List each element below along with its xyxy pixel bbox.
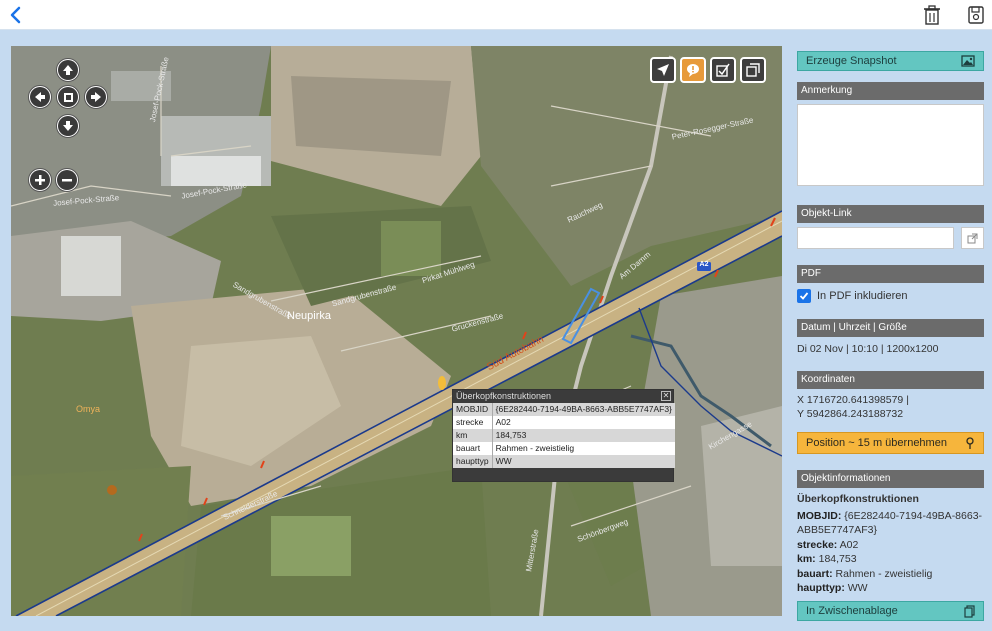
arrow-up-icon [63,65,73,75]
plus-icon [35,175,45,185]
snapshot-button-label: Erzeuge Snapshot [806,55,897,67]
table-row: bauart Rahmen - zweistielig [453,442,675,455]
layers-tool-button[interactable] [740,57,766,83]
datetime-value: Di 02 Nov | 10:10 | 1200x1200 [797,343,939,355]
objektlink-input[interactable] [797,227,954,249]
copy-icon [964,605,975,618]
pdf-header: PDF [797,265,984,283]
popup-header: Überkopfkonstruktionen ✕ [453,390,673,403]
objinfo-row: bauart: Rahmen - zweistielig [797,567,984,582]
attr-key: haupttyp [453,455,493,468]
zoom-out-button[interactable] [55,168,79,192]
pdf-checkbox[interactable] [797,289,811,303]
objinfo-row: haupttyp: WW [797,581,984,596]
open-link-button[interactable] [961,227,984,249]
checklist-icon [716,63,730,77]
attr-value: Rahmen - zweistielig [492,442,675,455]
back-button[interactable] [6,3,26,27]
chevron-left-icon [10,6,21,24]
save-button[interactable] [966,4,986,26]
popup-footer [453,468,673,481]
navigation-arrow-icon [657,64,669,76]
label-a2: A2 [699,261,709,268]
place-label-omya: Omya [76,404,101,414]
top-toolbar [0,0,992,30]
objinfo-value: 184,753 [818,553,857,565]
arrow-right-icon [91,92,101,102]
side-panel: Erzeuge Snapshot Anmerkung Objekt-Link P… [797,46,984,626]
map-view[interactable]: A2 Josef-Pock-Straße Josef-Pock-Straße J… [11,46,782,616]
objinfo-row: strecke: A02 [797,538,984,553]
annotate-tool-button[interactable] [680,57,706,83]
locate-tool-button[interactable] [650,57,676,83]
delete-button[interactable] [922,4,942,26]
place-label-neupirka: Neupirka [287,310,332,322]
objinfo-value: Rahmen - zweistielig [835,567,933,580]
pan-up-button[interactable] [56,58,80,82]
objektlink-header: Objekt-Link [797,205,984,223]
pan-right-button[interactable] [84,85,108,109]
pan-center-button[interactable] [56,85,80,109]
pan-left-button[interactable] [28,85,52,109]
center-icon [63,92,73,102]
image-icon [961,55,975,67]
objinfo-value: WW [847,582,868,594]
table-row: strecke A02 [453,416,675,429]
attr-key: MOBJID [453,403,493,416]
objinfo-key: km: [797,553,816,565]
pdf-checkbox-label: In PDF inkludieren [817,290,908,302]
attr-value: WW [492,455,675,468]
coords-y: Y 5942864.243188732 [797,408,904,420]
snapshot-button[interactable]: Erzeuge Snapshot [797,51,984,71]
objinfo-row: MOBJID: {6E282440-7194-49BA-8663-ABB5E77… [797,509,984,538]
trash-icon [924,5,940,25]
feature-info-popup: Überkopfkonstruktionen ✕ MOBJID {6E282440… [452,389,675,482]
minus-icon [62,179,72,182]
position-button[interactable]: Position ~ 15 m übernehmen [797,432,984,454]
table-row: haupttyp WW [453,455,675,468]
attr-key: km [453,429,493,442]
popup-attribute-table: MOBJID {6E282440-7194-49BA-8663-ABB5E7747… [453,403,675,468]
coords-header: Koordinaten [797,371,984,389]
objinfo-key: MOBJID: [797,509,842,522]
checkmark-icon [799,292,809,300]
popup-title: Überkopfkonstruktionen [456,391,552,401]
objinfo-row: km: 184,753 [797,552,984,567]
attr-key: bauart [453,442,493,455]
attr-key: strecke [453,416,493,429]
satellite-map [11,46,782,616]
anmerkung-textarea[interactable] [797,104,984,186]
checklist-tool-button[interactable] [710,57,736,83]
pdf-checkbox-row: In PDF inkludieren [797,289,908,303]
coords-x: X 1716720.641398579 | [797,394,909,406]
datetime-header: Datum | Uhrzeit | Größe [797,319,984,337]
objinfo-title: Überkopfkonstruktionen [797,493,919,505]
attr-value: 184,753 [492,429,675,442]
table-row: km 184,753 [453,429,675,442]
attr-value: A02 [492,416,675,429]
attr-value: {6E282440-7194-49BA-8663-ABB5E7747AF3} [492,403,675,416]
popup-close-button[interactable]: ✕ [661,391,671,401]
objinfo-key: bauart: [797,567,833,580]
comment-icon [687,64,699,77]
arrow-down-icon [63,121,73,131]
layers-icon [746,63,760,77]
clipboard-button[interactable]: In Zwischenablage [797,601,984,621]
clipboard-button-label: In Zwischenablage [806,605,898,617]
table-row: MOBJID {6E282440-7194-49BA-8663-ABB5E7747… [453,403,675,416]
objinfo-header: Objektinformationen [797,470,984,488]
position-button-label: Position ~ 15 m übernehmen [806,437,947,449]
arrow-left-icon [35,92,45,102]
anmerkung-header: Anmerkung [797,82,984,100]
pan-down-button[interactable] [56,114,80,138]
external-link-icon [967,233,978,243]
objinfo-key: strecke: [797,538,838,551]
objinfo-block: Überkopfkonstruktionen MOBJID: {6E282440… [797,492,984,596]
zoom-in-button[interactable] [28,168,52,192]
save-icon [968,6,984,24]
objinfo-key: haupttyp: [797,582,845,594]
objinfo-value: A02 [839,538,859,551]
pin-icon [966,437,974,449]
